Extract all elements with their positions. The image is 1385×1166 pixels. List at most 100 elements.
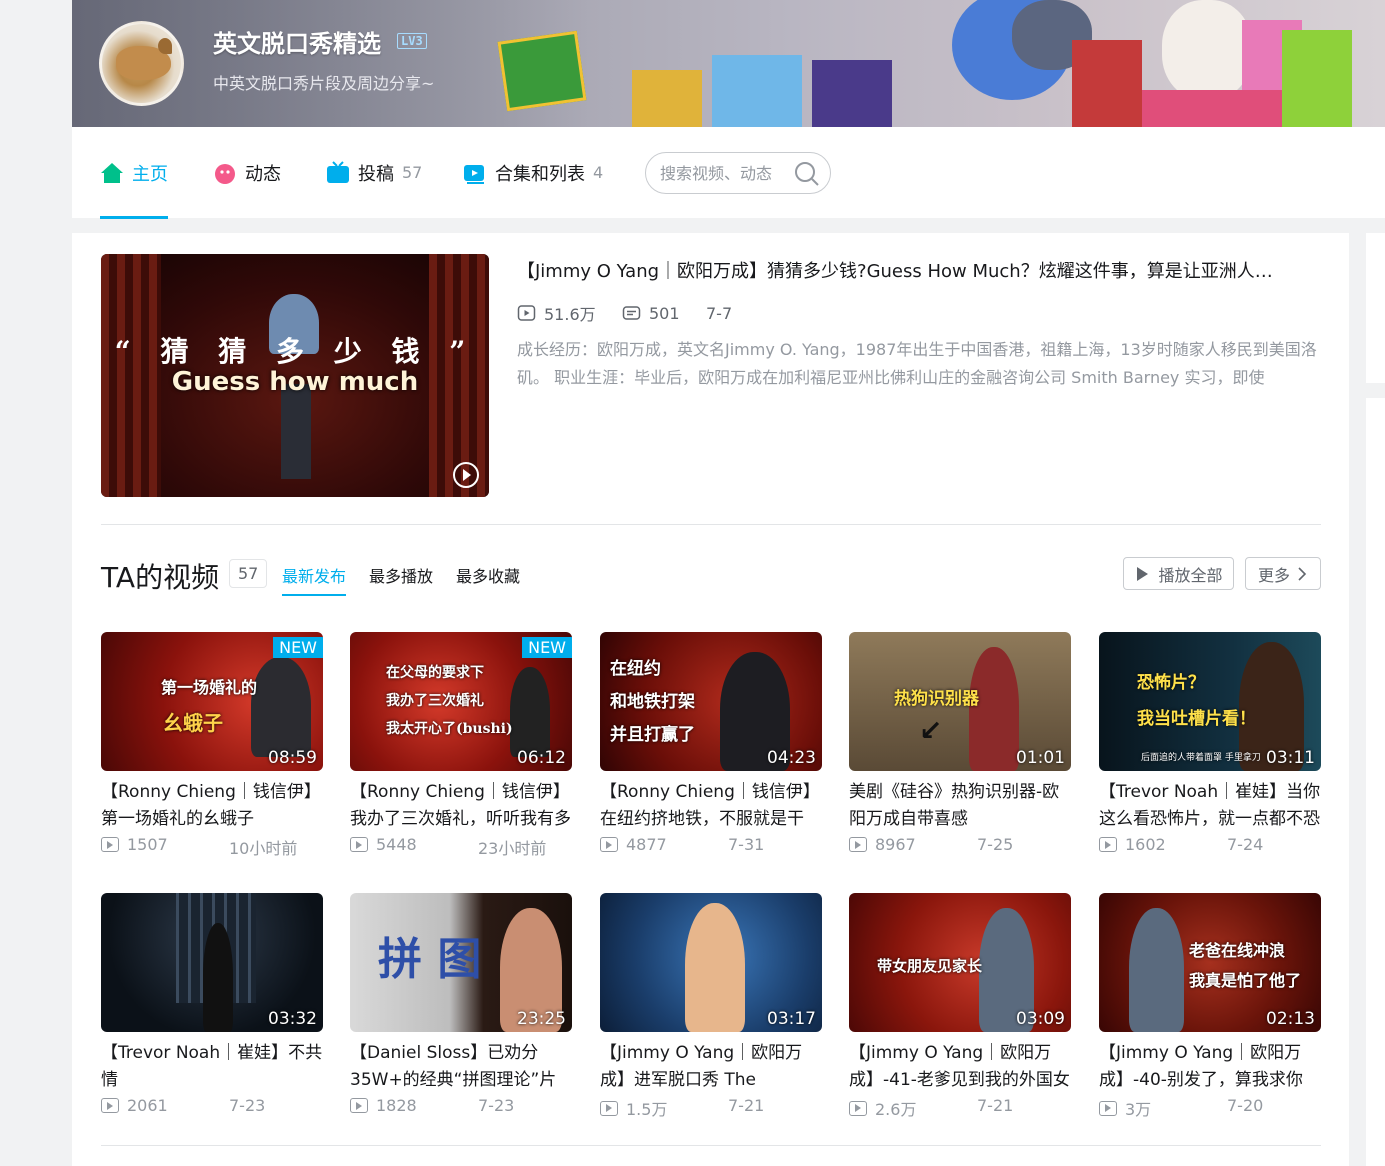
section-divider bbox=[101, 1145, 1321, 1146]
video-thumbnail[interactable]: 03:32 bbox=[101, 893, 323, 1032]
comment-icon bbox=[622, 306, 641, 320]
video-title[interactable]: 【Ronny Chieng｜钱信伊】第一场婚礼的幺蛾子 bbox=[101, 779, 323, 833]
thumbnail-caption: 我办了三次婚礼 bbox=[386, 693, 484, 709]
search-input[interactable] bbox=[660, 163, 790, 183]
tab-most-favorited[interactable]: 最多收藏 bbox=[456, 563, 520, 587]
gift-box-decoration bbox=[632, 70, 702, 127]
thumbnail-caption: 恐怖片？ bbox=[1137, 673, 1205, 693]
video-thumbnail[interactable]: 恐怖片？ 我当吐槽片看！ 后面追的人带着面罩 手里拿刀 03:11 bbox=[1099, 632, 1321, 771]
video-duration: 03:17 bbox=[767, 1009, 816, 1029]
play-count-icon bbox=[350, 1098, 368, 1113]
video-meta: 3万 7-20 bbox=[1099, 1096, 1321, 1120]
more-button[interactable]: 更多 bbox=[1245, 557, 1321, 590]
video-title[interactable]: 【Trevor Noah｜崔娃】不共情 bbox=[101, 1040, 323, 1094]
video-title[interactable]: 【Trevor Noah｜崔娃】当你这么看恐怖片，就一点都不恐 bbox=[1099, 779, 1321, 833]
video-views: 5448 bbox=[350, 835, 417, 854]
home-icon bbox=[100, 161, 124, 185]
video-thumbnail[interactable]: 在父母的要求下 我办了三次婚礼 我太开心了(bushi) NEW 06:12 bbox=[350, 632, 572, 771]
thumbnail-caption: 拼 图 bbox=[378, 934, 482, 985]
gift-box-decoration bbox=[812, 60, 892, 127]
thumbnail-caption: 老爸在线冲浪 bbox=[1189, 941, 1286, 960]
nav-tab-label: 动态 bbox=[245, 163, 281, 185]
main-content: “ 猜 猜 多 少 钱 ” Guess how much 【Jimmy O Ya… bbox=[72, 233, 1349, 1166]
comedian-figure bbox=[685, 903, 745, 1032]
video-thumbnail[interactable]: 热狗识别器 ↙ 01:01 bbox=[849, 632, 1071, 771]
video-date: 10小时前 bbox=[229, 839, 298, 858]
comedian-legs bbox=[281, 384, 311, 479]
profile-banner bbox=[72, 0, 1385, 127]
video-card[interactable]: 03:17 【Jimmy O Yang｜欧阳万成】进军脱口秀 The 1.5万 … bbox=[600, 893, 822, 1120]
play-count-icon bbox=[600, 837, 618, 852]
video-views: 4877 bbox=[600, 835, 667, 854]
upload-tv-icon bbox=[326, 160, 350, 185]
video-title[interactable]: 【Ronny Chieng｜钱信伊】在纽约挤地铁，不服就是干 bbox=[600, 779, 822, 833]
thumbnail-caption: 我当吐槽片看！ bbox=[1137, 709, 1256, 729]
dynamic-icon bbox=[213, 161, 237, 185]
character-decoration bbox=[1162, 0, 1252, 100]
new-badge: NEW bbox=[522, 637, 572, 658]
search-icon[interactable] bbox=[794, 161, 820, 191]
video-duration: 03:11 bbox=[1266, 748, 1315, 768]
right-side-panel bbox=[1366, 233, 1385, 383]
video-title[interactable]: 【Jimmy O Yang｜欧阳万成】进军脱口秀 The bbox=[600, 1040, 822, 1094]
featured-video-thumbnail[interactable]: “ 猜 猜 多 少 钱 ” Guess how much bbox=[101, 254, 489, 497]
comedian-figure bbox=[251, 657, 311, 757]
video-card[interactable]: 03:32 【Trevor Noah｜崔娃】不共情 2061 7-23 bbox=[101, 893, 323, 1120]
video-thumbnail[interactable]: 在纽约 和地铁打架 并且打赢了 04:23 bbox=[600, 632, 822, 771]
dog-ear bbox=[158, 38, 172, 54]
video-card[interactable]: 带女朋友见家长 03:09 【Jimmy O Yang｜欧阳万成】-41-老爹见… bbox=[849, 893, 1071, 1120]
nav-tab-dynamic[interactable]: 动态 bbox=[213, 127, 281, 218]
nav-tab-count: 4 bbox=[593, 163, 604, 182]
user-avatar[interactable] bbox=[99, 21, 184, 106]
video-views: 3万 bbox=[1099, 1096, 1151, 1120]
video-card[interactable]: 在父母的要求下 我办了三次婚礼 我太开心了(bushi) NEW 06:12 【… bbox=[350, 632, 572, 859]
section-divider bbox=[101, 524, 1321, 525]
video-card[interactable]: 热狗识别器 ↙ 01:01 美剧《硅谷》热狗识别器-欧阳万成自带喜感 8967 … bbox=[849, 632, 1071, 859]
video-card[interactable]: 老爸在线冲浪 我真是怕了他了 02:13 【Jimmy O Yang｜欧阳万成】… bbox=[1099, 893, 1321, 1120]
video-duration: 01:01 bbox=[1016, 748, 1065, 768]
person-figure bbox=[969, 647, 1019, 771]
nav-tab-uploads[interactable]: 投稿 57 bbox=[326, 127, 422, 218]
thumbnail-caption: 我真是怕了他了 bbox=[1189, 971, 1302, 990]
video-title[interactable]: 【Jimmy O Yang｜欧阳万成】-40-别发了，算我求你 bbox=[1099, 1040, 1321, 1094]
video-date: 7-23 bbox=[478, 1096, 515, 1115]
nav-tab-collections[interactable]: 合集和列表 4 bbox=[463, 127, 603, 218]
tab-most-played[interactable]: 最多播放 bbox=[369, 563, 433, 587]
video-views: 2.6万 bbox=[849, 1096, 916, 1120]
username[interactable]: 英文脱口秀精选 bbox=[213, 24, 381, 59]
video-meta: 2061 7-23 bbox=[101, 1096, 323, 1120]
play-count-icon bbox=[517, 305, 536, 321]
nav-tab-count: 57 bbox=[402, 163, 423, 182]
nav-tab-label: 主页 bbox=[132, 163, 168, 185]
video-thumbnail[interactable]: 拼 图 23:25 bbox=[350, 893, 572, 1032]
user-signature: 中英文脱口秀片段及周边分享~ bbox=[213, 74, 435, 93]
replay-icon[interactable] bbox=[453, 462, 479, 488]
video-card[interactable]: 第一场婚礼的 幺蛾子 NEW 08:59 【Ronny Chieng｜钱信伊】第… bbox=[101, 632, 323, 859]
tab-latest[interactable]: 最新发布 bbox=[282, 563, 347, 596]
featured-date: 7-7 bbox=[706, 303, 733, 323]
video-date: 7-31 bbox=[728, 835, 765, 854]
video-views: 1507 bbox=[101, 835, 168, 854]
video-thumbnail[interactable]: 第一场婚礼的 幺蛾子 NEW 08:59 bbox=[101, 632, 323, 771]
nav-tab-home[interactable]: 主页 bbox=[100, 127, 168, 219]
profile-nav-bar: 主页 动态 投稿 57 合集和列表 4 bbox=[72, 127, 1385, 219]
video-meta: 5448 23小时前 bbox=[350, 835, 572, 859]
play-count-icon bbox=[350, 837, 368, 852]
play-count-icon bbox=[849, 837, 867, 852]
videos-section-title: TA的视频 bbox=[101, 561, 220, 594]
video-card[interactable]: 拼 图 23:25 【Daniel Sloss】已劝分35W+的经典“拼图理论”… bbox=[350, 893, 572, 1120]
video-title[interactable]: 【Daniel Sloss】已劝分35W+的经典“拼图理论”片 bbox=[350, 1040, 572, 1094]
video-date: 23小时前 bbox=[478, 839, 547, 858]
video-title[interactable]: 【Jimmy O Yang｜欧阳万成】-41-老爹见到我的外国女 bbox=[849, 1040, 1071, 1094]
video-thumbnail[interactable]: 带女朋友见家长 03:09 bbox=[849, 893, 1071, 1032]
video-card[interactable]: 在纽约 和地铁打架 并且打赢了 04:23 【Ronny Chieng｜钱信伊】… bbox=[600, 632, 822, 859]
video-thumbnail[interactable]: 老爸在线冲浪 我真是怕了他了 02:13 bbox=[1099, 893, 1321, 1032]
video-title[interactable]: 【Ronny Chieng｜钱信伊】我办了三次婚礼，听听我有多 bbox=[350, 779, 572, 833]
video-title[interactable]: 美剧《硅谷》热狗识别器-欧阳万成自带喜感 bbox=[849, 779, 1071, 833]
featured-video-title[interactable]: 【Jimmy O Yang｜欧阳万成】猜猜多少钱?Guess How Much？… bbox=[517, 257, 1322, 283]
collection-icon bbox=[463, 161, 487, 185]
featured-comments: 501 bbox=[622, 304, 706, 323]
video-card[interactable]: 恐怖片？ 我当吐槽片看！ 后面追的人带着面罩 手里拿刀 03:11 【Trevo… bbox=[1099, 632, 1321, 859]
play-all-button[interactable]: 播放全部 bbox=[1123, 557, 1234, 590]
video-thumbnail[interactable]: 03:17 bbox=[600, 893, 822, 1032]
